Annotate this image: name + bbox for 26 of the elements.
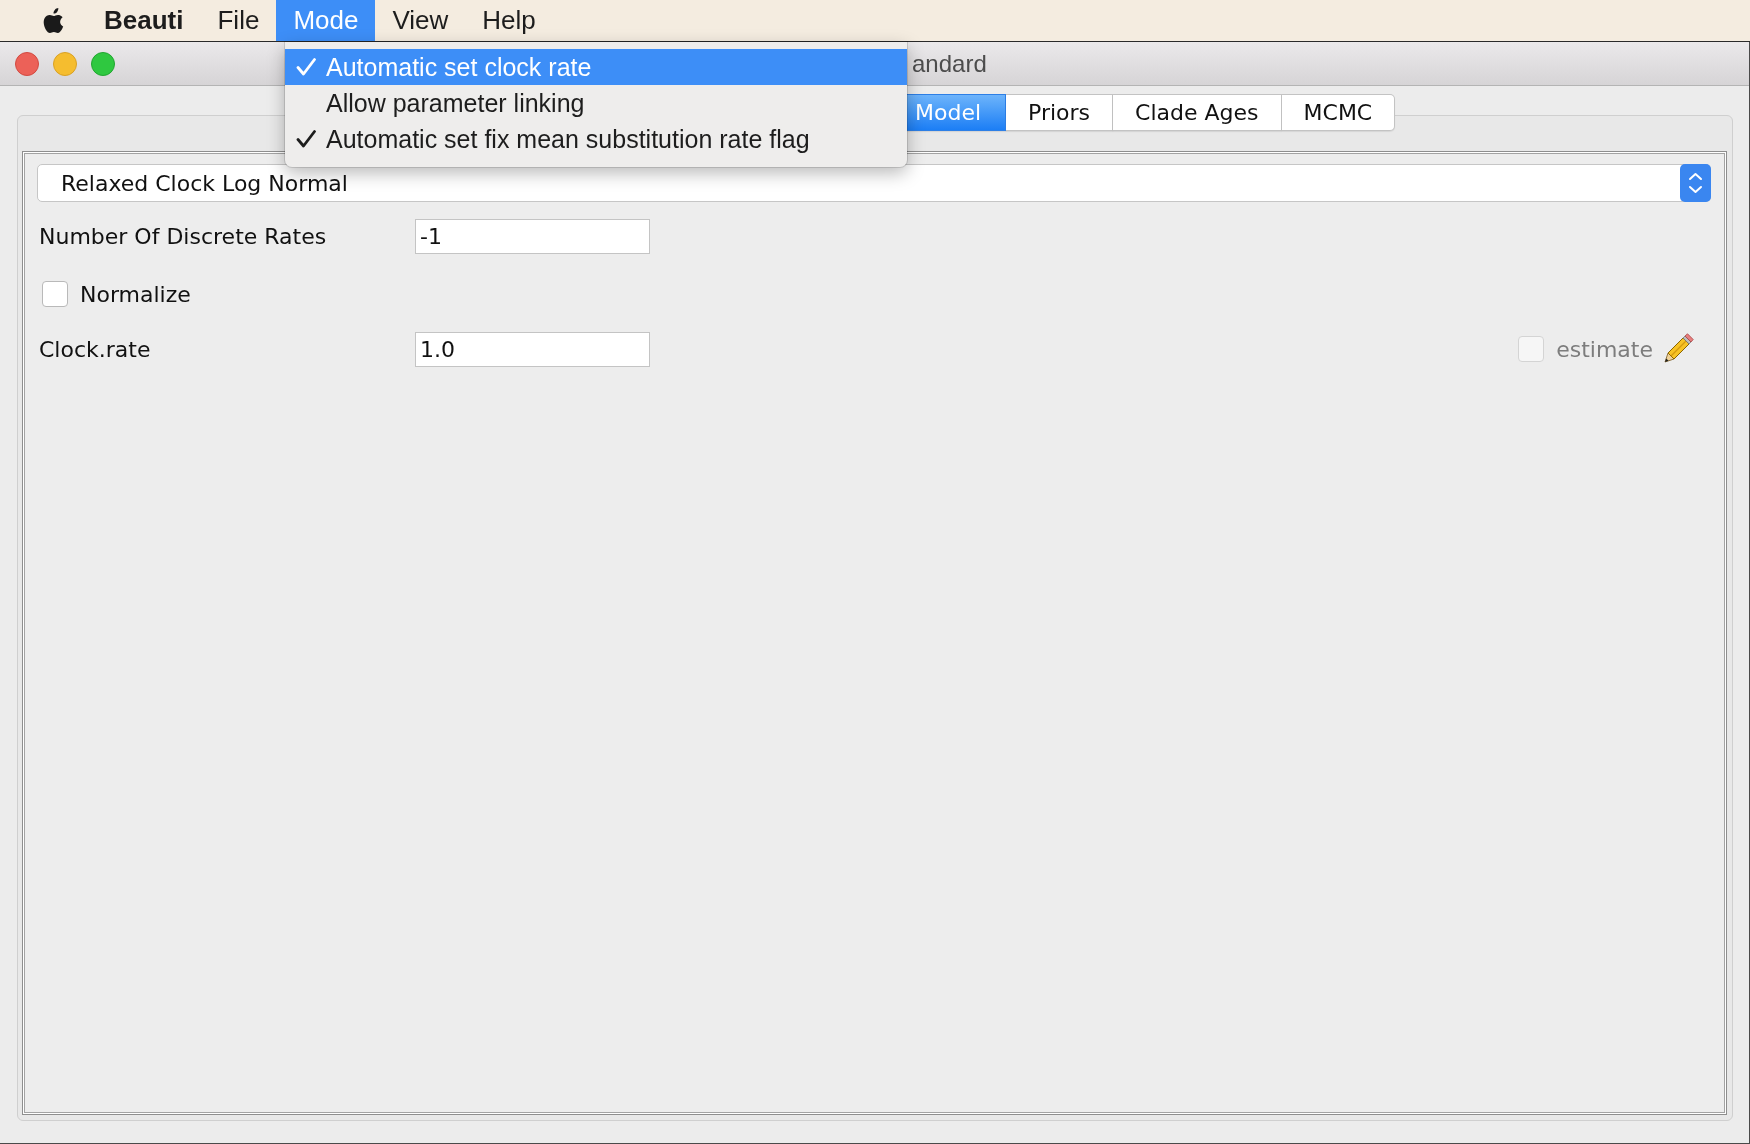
menu-item-label: Automatic set fix mean substitution rate flag <box>326 124 810 154</box>
clock-model-dropdown[interactable]: Relaxed Clock Log Normal <box>37 164 1711 202</box>
close-button[interactable] <box>15 51 39 76</box>
app-menu[interactable]: Beauti <box>87 0 201 41</box>
menu[interactable]: View <box>375 0 466 41</box>
menu-item[interactable]: Automatic set fix mean substitution rate flag <box>285 121 907 157</box>
menu-item-label: Automatic set clock rate <box>326 52 592 82</box>
input-field[interactable]: 1.0 <box>415 331 650 367</box>
field-label: Clock.rate <box>38 336 152 362</box>
menu-item-label: Allow parameter linking <box>326 88 585 118</box>
tab[interactable]: Clade Ages <box>1113 94 1282 131</box>
field-label: Number Of Discrete Rates <box>38 223 328 249</box>
window-title: andard <box>912 49 987 78</box>
tab[interactable]: Priors <box>1006 94 1114 131</box>
checkbox[interactable] <box>42 281 68 307</box>
menu[interactable]: Help <box>465 0 553 41</box>
menu[interactable]: File <box>200 0 277 41</box>
input-field[interactable]: -1 <box>415 218 650 254</box>
menu-item[interactable]: Allow parameter linking <box>285 85 907 121</box>
check-icon <box>296 57 316 77</box>
minimize-button[interactable] <box>53 51 77 76</box>
maximize-button[interactable] <box>91 51 115 76</box>
check-icon <box>296 129 316 149</box>
tab[interactable]: MCMC <box>1281 94 1396 131</box>
pencil-icon[interactable] <box>1662 333 1694 365</box>
checkbox-label[interactable]: Normalize <box>80 281 191 307</box>
